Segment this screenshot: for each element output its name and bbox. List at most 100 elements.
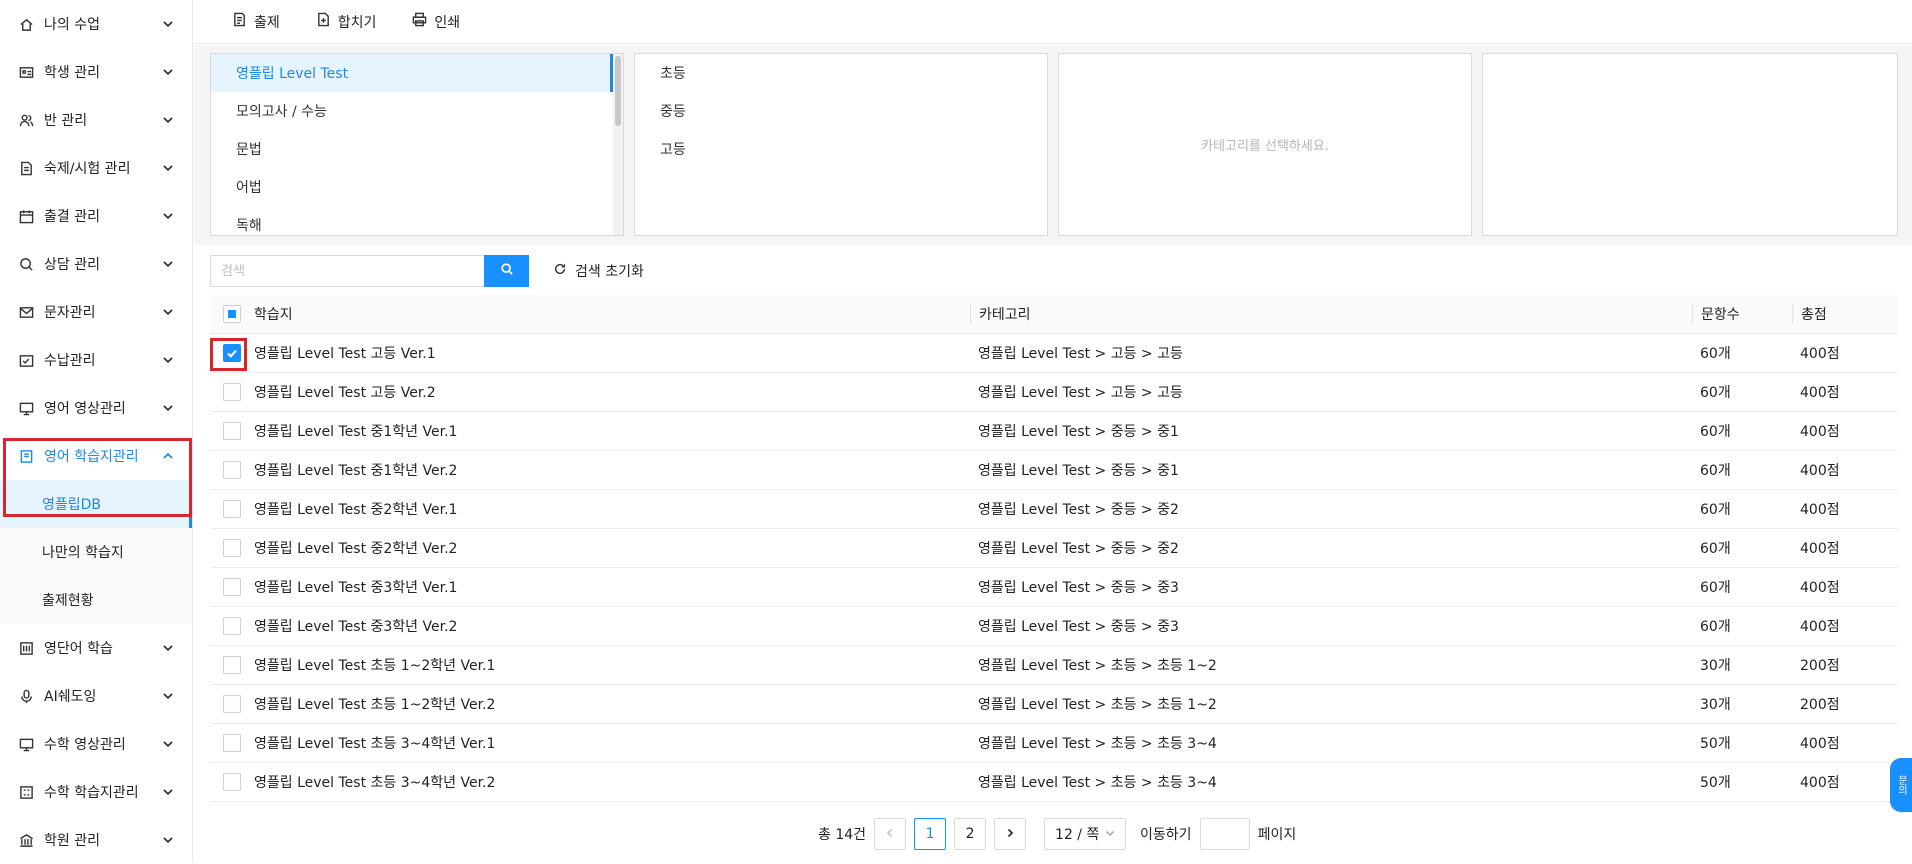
column-header-count[interactable]: 문항수	[1701, 304, 1792, 324]
page-size-select[interactable]: 12 / 쪽	[1044, 818, 1127, 850]
table-row[interactable]: 영플립 Level Test 초등 1~2학년 Ver.2 영플립 Level T…	[210, 685, 1898, 724]
column-header-category[interactable]: 카테고리	[979, 304, 1692, 324]
cell-score: 400점	[1800, 502, 1840, 518]
category-item[interactable]: 초등	[635, 54, 1047, 92]
users-icon	[18, 112, 34, 128]
row-checkbox[interactable]	[223, 461, 241, 479]
chevron-down-icon	[162, 258, 174, 270]
cell-count: 60개	[1700, 541, 1731, 557]
sidebar-item-payments[interactable]: 수납관리	[0, 336, 192, 384]
merge-button[interactable]: 합치기	[308, 8, 385, 36]
reset-search-label: 검색 초기화	[575, 264, 644, 280]
table-row[interactable]: 영플립 Level Test 고등 Ver.2 영플립 Level Test > …	[210, 373, 1898, 412]
row-checkbox[interactable]	[223, 773, 241, 791]
book-icon	[18, 448, 34, 464]
cell-name: 영플립 Level Test 초등 3~4학년 Ver.1	[254, 736, 496, 752]
category-panel-level2: 초등 중등 고등	[634, 53, 1048, 236]
sidebar-item-classes[interactable]: 반 관리	[0, 96, 192, 144]
category-item[interactable]: 문법	[211, 130, 623, 168]
sidebar-item-students[interactable]: 학생 관리	[0, 48, 192, 96]
vocab-icon	[18, 640, 34, 656]
sidebar-item-math-video[interactable]: 수학 영상관리	[0, 720, 192, 768]
sidebar-subitem-youngflip-db[interactable]: 영플립DB	[0, 480, 192, 528]
select-all-checkbox[interactable]	[223, 305, 241, 323]
sidebar-item-english-video[interactable]: 영어 영상관리	[0, 384, 192, 432]
table-row[interactable]: 영플립 Level Test 중1학년 Ver.1 영플립 Level Test …	[210, 412, 1898, 451]
table-row[interactable]: 영플립 Level Test 초등 3~4학년 Ver.2 영플립 Level T…	[210, 763, 1898, 802]
category-item[interactable]: 영플립 Level Test	[211, 54, 623, 92]
float-help-label: 문의	[1895, 775, 1907, 795]
worksheet-table: 학습지 카테고리 문항수 총점 영플립 Level Test 고등 Ver.1 영…	[210, 295, 1898, 802]
mail-icon	[18, 304, 34, 320]
monitor-icon	[18, 400, 34, 416]
sidebar-item-my-class[interactable]: 나의 수업	[0, 0, 192, 48]
cell-category: 영플립 Level Test > 초등 > 초등 1~2	[978, 658, 1217, 674]
sidebar-item-vocab[interactable]: 영단어 학습	[0, 624, 192, 672]
submit-button[interactable]: 출제	[224, 8, 288, 36]
chevron-down-icon	[162, 210, 174, 222]
cell-name: 영플립 Level Test 초등 1~2학년 Ver.2	[254, 697, 496, 713]
column-header-score[interactable]: 총점	[1801, 304, 1892, 324]
table-row[interactable]: 영플립 Level Test 중3학년 Ver.2 영플립 Level Test …	[210, 607, 1898, 646]
category-item[interactable]: 고등	[635, 130, 1047, 168]
table-row[interactable]: 영플립 Level Test 중2학년 Ver.2 영플립 Level Test …	[210, 529, 1898, 568]
float-help-button[interactable]: 문의	[1890, 758, 1912, 812]
table-row[interactable]: 영플립 Level Test 중1학년 Ver.2 영플립 Level Test …	[210, 451, 1898, 490]
document-icon	[18, 160, 34, 176]
goto-page-input[interactable]	[1199, 818, 1250, 850]
row-checkbox[interactable]	[223, 344, 241, 362]
sidebar-item-ai-shadowing[interactable]: AI쉐도잉	[0, 672, 192, 720]
row-checkbox[interactable]	[223, 500, 241, 518]
category-item[interactable]: 독해	[211, 206, 623, 235]
sidebar-item-label: 반 관리	[44, 113, 88, 129]
search-bar: 검색 초기화	[210, 255, 644, 287]
row-checkbox[interactable]	[223, 539, 241, 557]
row-checkbox[interactable]	[223, 578, 241, 596]
category-panel-level4	[1482, 53, 1898, 236]
cell-count: 60개	[1700, 502, 1731, 518]
search-button[interactable]	[484, 255, 529, 287]
prev-page-button[interactable]	[874, 818, 907, 850]
reset-search-button[interactable]: 검색 초기화	[553, 261, 644, 281]
row-checkbox[interactable]	[223, 422, 241, 440]
sidebar-item-english-worksheet[interactable]: 영어 학습지관리	[0, 432, 192, 480]
page-button[interactable]: 1	[914, 818, 947, 850]
scrollbar[interactable]	[613, 54, 623, 235]
search-input[interactable]	[210, 255, 484, 287]
sidebar-item-math-worksheet[interactable]: 수학 학습지관리	[0, 768, 192, 816]
sidebar-subitem-assign-status[interactable]: 출제현황	[0, 576, 192, 624]
sidebar-item-homework[interactable]: 숙제/시험 관리	[0, 144, 192, 192]
cell-score: 400점	[1800, 580, 1840, 596]
sidebar-item-label: 문자관리	[44, 305, 96, 321]
table-row[interactable]: 영플립 Level Test 초등 1~2학년 Ver.1 영플립 Level T…	[210, 646, 1898, 685]
scrollbar-thumb[interactable]	[615, 56, 621, 126]
cell-category: 영플립 Level Test > 중등 > 중3	[978, 619, 1179, 635]
sidebar-item-academy[interactable]: 학원 관리	[0, 816, 192, 864]
row-checkbox[interactable]	[223, 656, 241, 674]
sidebar-item-attendance[interactable]: 출결 관리	[0, 192, 192, 240]
column-header-name[interactable]: 학습지	[254, 304, 970, 324]
category-item[interactable]: 모의고사 / 수능	[211, 92, 623, 130]
table-row[interactable]: 영플립 Level Test 초등 3~4학년 Ver.1 영플립 Level T…	[210, 724, 1898, 763]
table-row[interactable]: 영플립 Level Test 중3학년 Ver.1 영플립 Level Test …	[210, 568, 1898, 607]
print-button[interactable]: 인쇄	[404, 8, 468, 36]
cell-category: 영플립 Level Test > 중등 > 중2	[978, 502, 1179, 518]
chevron-down-icon	[162, 66, 174, 78]
monitor-icon	[18, 736, 34, 752]
row-checkbox[interactable]	[223, 734, 241, 752]
table-row[interactable]: 영플립 Level Test 고등 Ver.1 영플립 Level Test > …	[210, 334, 1898, 373]
page-button[interactable]: 2	[954, 818, 987, 850]
row-checkbox[interactable]	[223, 617, 241, 635]
cell-name: 영플립 Level Test 초등 1~2학년 Ver.1	[254, 658, 496, 674]
category-item[interactable]: 중등	[635, 92, 1047, 130]
row-checkbox[interactable]	[223, 383, 241, 401]
next-page-button[interactable]	[994, 818, 1027, 850]
sidebar-item-counseling[interactable]: 상담 관리	[0, 240, 192, 288]
cell-score: 200점	[1800, 697, 1840, 713]
row-checkbox[interactable]	[223, 695, 241, 713]
sidebar-subitem-my-worksheet[interactable]: 나만의 학습지	[0, 528, 192, 576]
cell-name: 영플립 Level Test 중2학년 Ver.1	[254, 502, 458, 518]
category-item[interactable]: 어법	[211, 168, 623, 206]
table-row[interactable]: 영플립 Level Test 중2학년 Ver.1 영플립 Level Test …	[210, 490, 1898, 529]
sidebar-item-messages[interactable]: 문자관리	[0, 288, 192, 336]
